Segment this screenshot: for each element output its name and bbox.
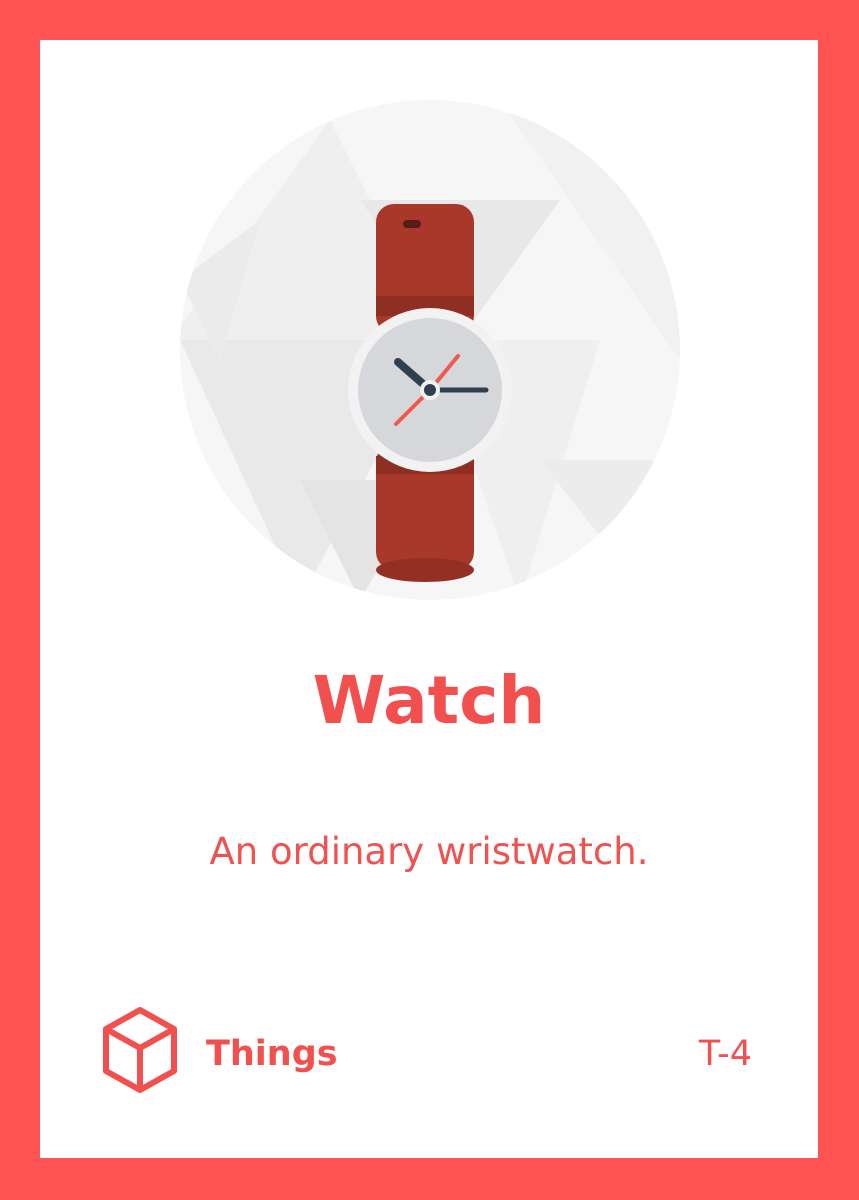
category-label: Things	[206, 1034, 338, 1074]
card-footer: Things T-4	[40, 1005, 818, 1095]
card-frame: Watch An ordinary wristwatch. Things T-4	[0, 0, 859, 1200]
card-title: Watch	[312, 662, 546, 739]
cube-icon	[103, 1007, 177, 1093]
card-code: T-4	[698, 1034, 752, 1074]
card: Watch An ordinary wristwatch. Things T-4	[40, 40, 818, 1158]
card-description: An ordinary wristwatch.	[209, 830, 649, 873]
wristwatch-icon	[180, 100, 680, 600]
